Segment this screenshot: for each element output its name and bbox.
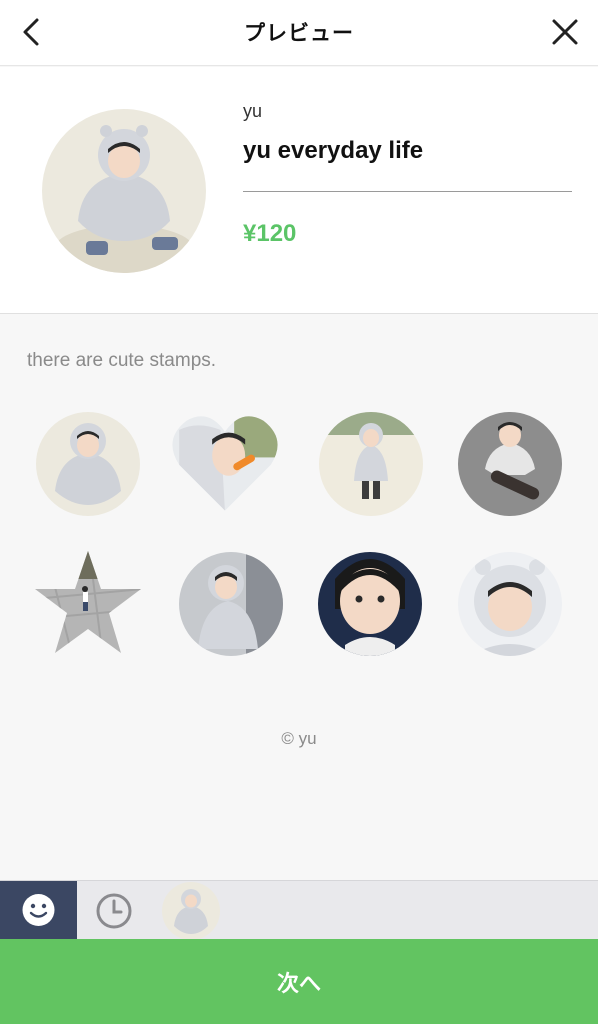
sticker-tab-bar: [0, 880, 598, 940]
page-title: プレビュー: [244, 22, 354, 45]
price: ¥120: [243, 220, 297, 247]
stamp-preview[interactable]: [455, 409, 565, 519]
stamp-preview[interactable]: [455, 549, 565, 659]
pack-description: there are cute stamps.: [27, 350, 217, 371]
stamp-preview[interactable]: [33, 549, 143, 659]
author-name: yu: [243, 101, 263, 121]
sticker-pack-thumbnail[interactable]: [162, 882, 220, 940]
stamp-preview[interactable]: [176, 549, 286, 659]
copyright-text: © yu: [281, 729, 317, 748]
next-button[interactable]: 次へ: [0, 939, 598, 1024]
stamp-preview[interactable]: [315, 549, 425, 659]
smiley-icon: [22, 894, 55, 926]
stamp-preview[interactable]: [316, 409, 426, 519]
pack-cover-image: [42, 109, 206, 273]
clock-icon[interactable]: [92, 889, 136, 933]
sticker-pack-info: yu yu everyday life ¥120: [0, 67, 598, 314]
close-icon[interactable]: [548, 14, 582, 50]
divider: [243, 191, 572, 192]
header-bar: プレビュー: [0, 0, 598, 66]
tab-emoji[interactable]: [0, 881, 77, 940]
stamp-preview[interactable]: [33, 409, 143, 519]
stamp-preview[interactable]: [170, 407, 280, 517]
pack-title: yu everyday life: [243, 137, 424, 164]
